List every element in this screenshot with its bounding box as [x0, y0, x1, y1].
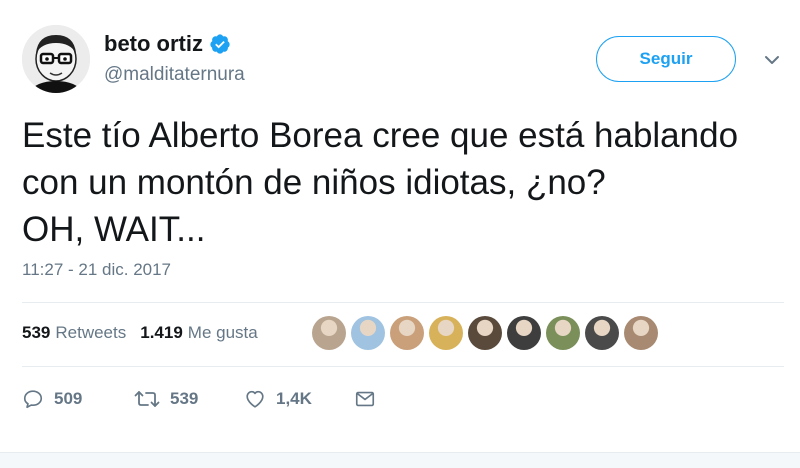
follow-button[interactable]: Seguir: [596, 36, 736, 82]
user-handle[interactable]: @malditaternura: [104, 64, 245, 86]
liker-avatar[interactable]: [312, 316, 346, 350]
tweet-timestamp[interactable]: 11:27 - 21 dic. 2017: [22, 260, 171, 280]
direct-message-action[interactable]: [354, 388, 376, 410]
liker-avatar[interactable]: [507, 316, 541, 350]
liker-avatar[interactable]: [546, 316, 580, 350]
retweets-stat[interactable]: 539 Retweets: [22, 323, 126, 343]
tweet-stats: 539 Retweets 1.419 Me gusta: [22, 320, 272, 346]
liker-avatar[interactable]: [351, 316, 385, 350]
liker-avatar[interactable]: [429, 316, 463, 350]
footer-bar: [0, 452, 800, 468]
envelope-icon: [354, 388, 376, 410]
likes-stat[interactable]: 1.419 Me gusta: [140, 323, 257, 343]
divider: [22, 366, 784, 367]
like-count: 1,4K: [276, 389, 312, 408]
reply-icon: [22, 388, 44, 410]
reply-action[interactable]: 509: [22, 388, 134, 410]
liker-avatars: [312, 316, 663, 350]
likes-label: Me gusta: [187, 323, 258, 342]
tweet-text: Este tío Alberto Borea cree que está hab…: [22, 112, 792, 253]
liker-avatar[interactable]: [390, 316, 424, 350]
like-action[interactable]: 1,4K: [244, 388, 354, 410]
reply-count: 509: [54, 389, 83, 408]
tweet-actions: 509 539 1,4K: [22, 384, 376, 414]
retweet-icon: [134, 388, 160, 410]
liker-avatar[interactable]: [624, 316, 658, 350]
heart-icon: [244, 388, 266, 410]
verified-badge-icon: [209, 33, 231, 55]
likes-count: 1.419: [140, 323, 183, 342]
user-info: beto ortiz @malditaternura: [104, 30, 245, 86]
tweet-text-line: con un montón de niños idiotas, ¿no?: [22, 163, 606, 202]
liker-avatar[interactable]: [468, 316, 502, 350]
caricature-avatar-icon: [22, 25, 90, 93]
tweet-text-line: OH, WAIT...: [22, 210, 206, 249]
display-name[interactable]: beto ortiz: [104, 31, 203, 57]
liker-avatar[interactable]: [585, 316, 619, 350]
divider: [22, 302, 784, 303]
retweets-label: Retweets: [55, 323, 127, 342]
retweet-count: 539: [170, 389, 199, 408]
tweet-text-line: Este tío Alberto Borea cree que está hab…: [22, 116, 739, 155]
display-name-row: beto ortiz: [104, 30, 245, 58]
retweets-count: 539: [22, 323, 51, 342]
avatar[interactable]: [22, 25, 90, 93]
more-options-chevron-down-icon[interactable]: [762, 50, 782, 70]
tweet-card: beto ortiz @malditaternura Seguir Este t…: [0, 0, 800, 468]
retweet-action[interactable]: 539: [134, 388, 244, 410]
